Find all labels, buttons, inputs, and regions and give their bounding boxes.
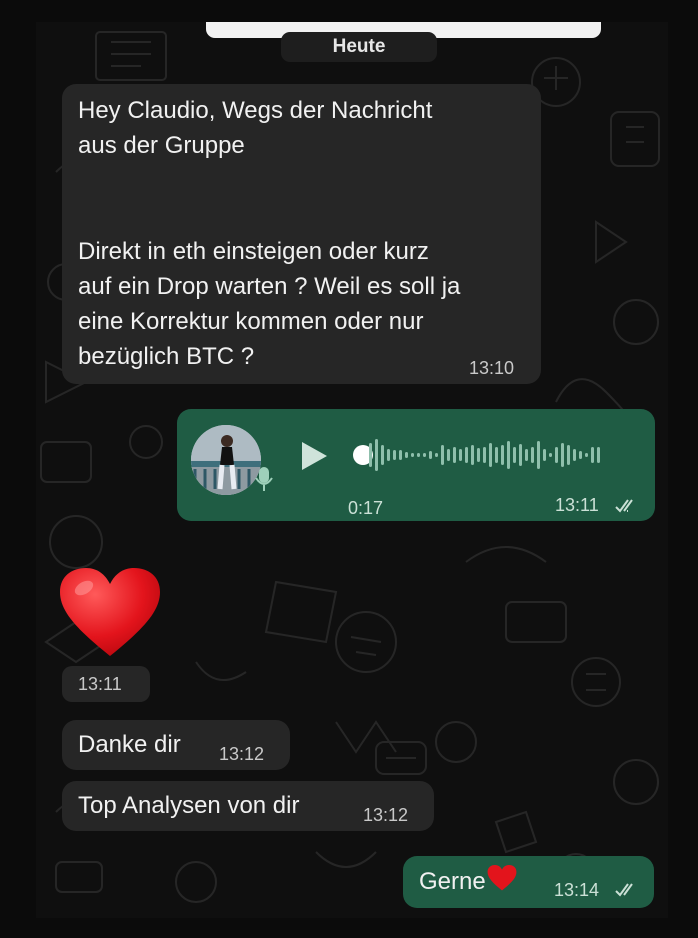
message-time: 13:10 xyxy=(469,358,515,378)
voice-duration: 0:17 xyxy=(348,498,384,518)
play-icon[interactable] xyxy=(302,442,327,470)
message-text-line: auf ein Drop warten ? Weil es soll ja xyxy=(78,273,461,300)
incoming-message[interactable]: Hey Claudio, Wegs der Nachricht aus der … xyxy=(62,84,541,384)
message-text-line: aus der Gruppe xyxy=(78,132,245,159)
voice-message[interactable]: 0:17 13:11 xyxy=(177,409,655,521)
message-time: 13:12 xyxy=(219,744,265,764)
red-heart-icon[interactable] xyxy=(58,566,162,660)
reaction-time-chip: 13:11 xyxy=(62,666,150,702)
avatar xyxy=(191,425,261,495)
red-heart-icon xyxy=(487,865,517,891)
message-time: 13:14 xyxy=(554,880,600,900)
incoming-message[interactable]: Top Analysen von dir 13:12 xyxy=(62,781,434,831)
message-text: Top Analysen von dir xyxy=(78,792,300,819)
microphone-icon xyxy=(255,467,273,491)
message-text-line: Hey Claudio, Wegs der Nachricht xyxy=(78,97,433,124)
message-time: 13:11 xyxy=(555,495,599,515)
read-receipt-icon xyxy=(615,883,633,897)
message-text-line: eine Korrektur kommen oder nur xyxy=(78,308,424,335)
read-receipt-icon xyxy=(615,499,633,513)
message-text: Gerne xyxy=(419,864,517,899)
message-text: Danke dir xyxy=(78,731,181,758)
message-text-line: bezüglich BTC ? xyxy=(78,343,255,370)
message-text-line: Direkt in eth einsteigen oder kurz xyxy=(78,238,429,265)
message-time: 13:12 xyxy=(363,805,409,825)
message-time: 13:11 xyxy=(78,674,122,694)
message-text-content: Gerne xyxy=(419,868,486,895)
waveform xyxy=(369,439,600,471)
date-divider: Heute xyxy=(281,32,437,62)
incoming-message[interactable]: Danke dir 13:12 xyxy=(62,720,290,770)
outgoing-message[interactable]: Gerne 13:14 xyxy=(403,856,654,908)
